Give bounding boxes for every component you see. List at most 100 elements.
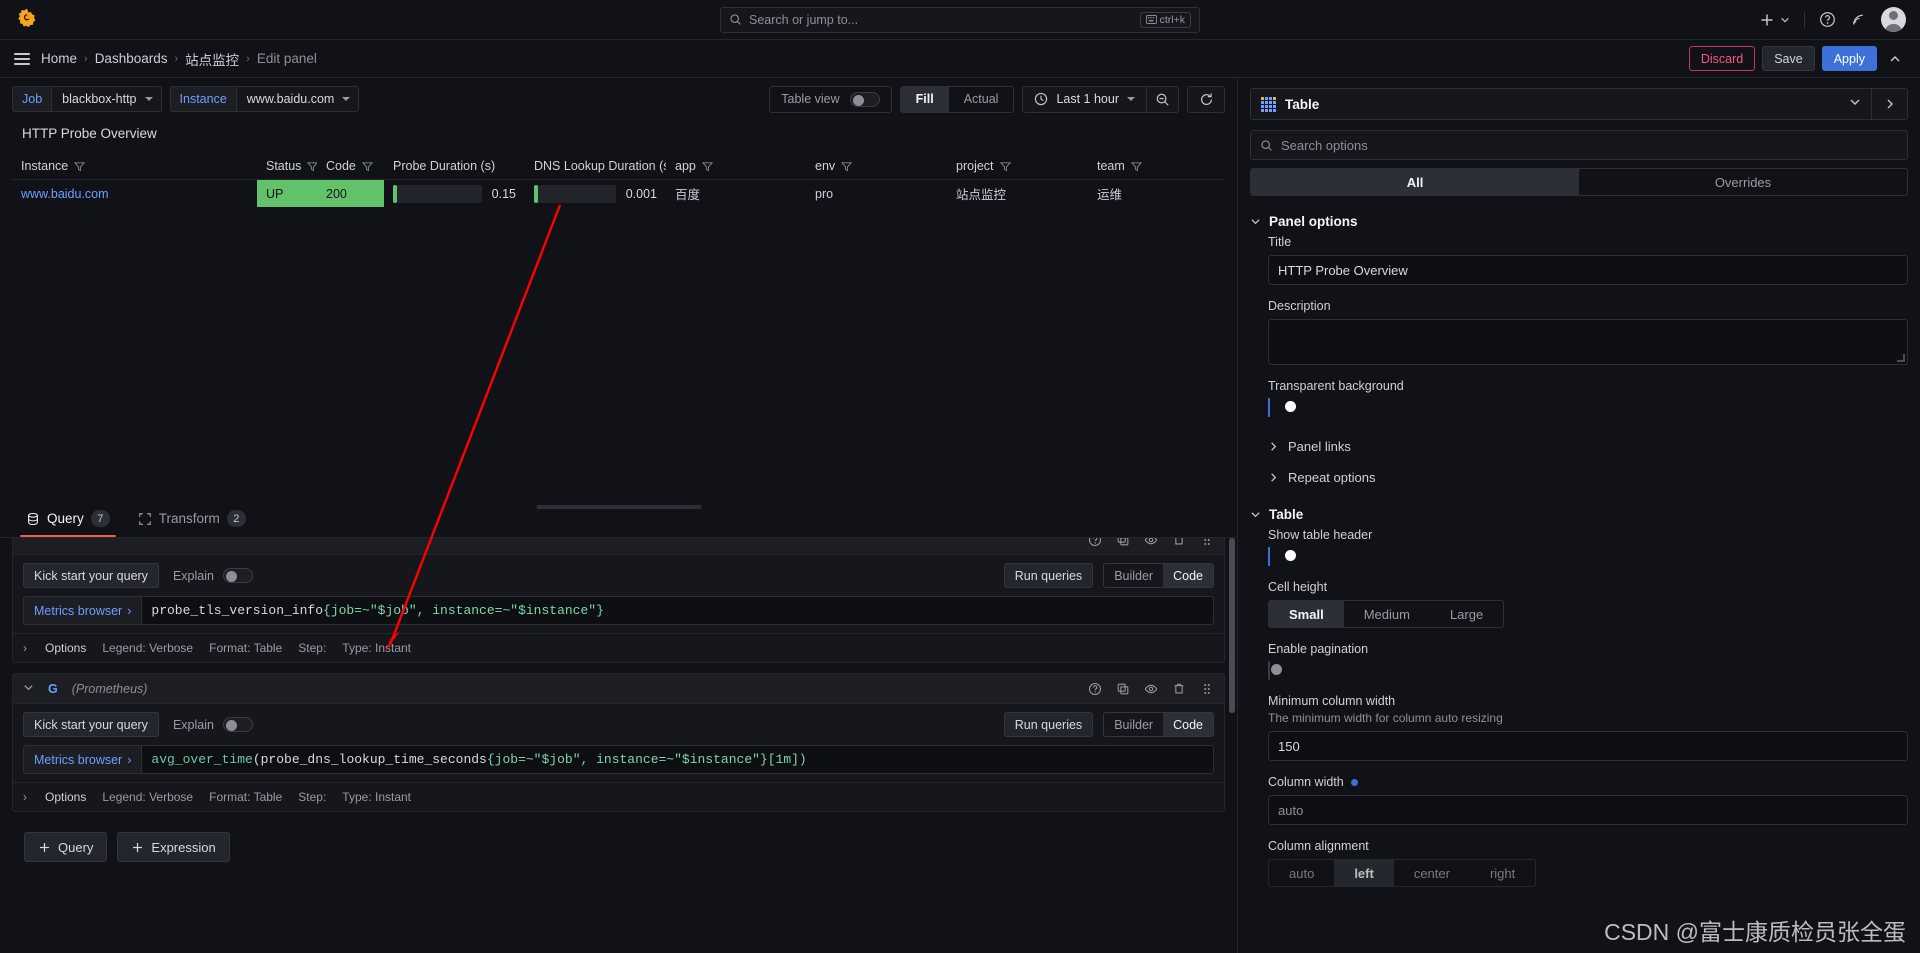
help-circle-icon[interactable]: [1819, 11, 1836, 28]
metrics-browser-button[interactable]: Metrics browser ›: [23, 745, 142, 774]
column-header-team[interactable]: team: [1088, 153, 1198, 179]
help-circle-icon[interactable]: [1088, 682, 1102, 696]
transparent-background-toggle[interactable]: [1268, 398, 1296, 417]
tab-overrides[interactable]: Overrides: [1579, 169, 1907, 195]
cell-instance[interactable]: www.baidu.com: [12, 180, 257, 207]
drag-handle-icon[interactable]: [1200, 682, 1214, 696]
query-row-header[interactable]: G (Prometheus): [13, 674, 1224, 704]
breadcrumb-item-dashboards[interactable]: Dashboards: [95, 51, 168, 66]
column-header-code[interactable]: Code: [317, 153, 384, 179]
query-expression-input[interactable]: probe_tls_version_info{job=~"$job", inst…: [141, 596, 1214, 625]
discard-button[interactable]: Discard: [1688, 46, 1756, 71]
table-row[interactable]: www.baidu.com UP 200 0.15 0.001 百度 pro 站…: [12, 180, 1225, 207]
panel-resize-handle[interactable]: [536, 505, 701, 509]
filter-icon[interactable]: [74, 161, 86, 172]
filter-icon[interactable]: [999, 161, 1011, 172]
grafana-logo-icon[interactable]: [14, 7, 40, 33]
help-circle-icon[interactable]: [1088, 538, 1102, 547]
cell-height-small[interactable]: Small: [1269, 601, 1344, 627]
query-options-row[interactable]: › Options Legend: Verbose Format: Table …: [13, 633, 1224, 662]
section-repeat-options[interactable]: Repeat options: [1250, 462, 1908, 493]
panel-title-input[interactable]: HTTP Probe Overview: [1268, 255, 1908, 285]
filter-icon[interactable]: [841, 161, 853, 172]
kick-start-query-button[interactable]: Kick start your query: [23, 712, 159, 737]
refresh-icon[interactable]: [1187, 85, 1225, 113]
builder-option[interactable]: Builder: [1104, 713, 1163, 736]
filter-icon[interactable]: [307, 161, 317, 172]
column-alignment-auto[interactable]: auto: [1269, 860, 1334, 886]
variable-value-job[interactable]: blackbox-http: [51, 86, 162, 112]
kick-start-query-button[interactable]: Kick start your query: [23, 563, 159, 588]
drag-handle-icon[interactable]: [1200, 538, 1214, 547]
variable-value-instance[interactable]: www.baidu.com: [235, 86, 360, 112]
run-queries-button[interactable]: Run queries: [1003, 563, 1094, 588]
add-expression-button[interactable]: Expression: [117, 832, 230, 862]
breadcrumb-item-dashboard[interactable]: 站点监控: [185, 49, 239, 69]
fill-option[interactable]: Fill: [900, 86, 949, 112]
cell-height-medium[interactable]: Medium: [1344, 601, 1430, 627]
cell-height-large[interactable]: Large: [1430, 601, 1503, 627]
column-header-instance[interactable]: Instance: [12, 153, 257, 179]
time-range-button[interactable]: Last 1 hour: [1023, 92, 1146, 106]
zoom-out-icon[interactable]: [1146, 86, 1178, 112]
duplicate-icon[interactable]: [1116, 682, 1130, 696]
show-table-header-toggle[interactable]: [1268, 547, 1296, 566]
filter-icon[interactable]: [1130, 161, 1142, 172]
section-table[interactable]: Table: [1250, 499, 1908, 528]
resize-grip-icon[interactable]: [1897, 354, 1905, 362]
chevron-down-icon[interactable]: [1839, 95, 1871, 113]
code-option[interactable]: Code: [1163, 564, 1213, 587]
column-header-app[interactable]: app: [666, 153, 806, 179]
tab-transform[interactable]: Transform 2: [124, 500, 260, 537]
chevron-up-icon[interactable]: [1884, 46, 1906, 71]
trash-icon[interactable]: [1172, 682, 1186, 696]
table-view-toggle[interactable]: [849, 91, 880, 107]
code-option[interactable]: Code: [1163, 713, 1213, 736]
filter-icon[interactable]: [701, 161, 713, 172]
explain-toggle[interactable]: [222, 568, 253, 583]
builder-option[interactable]: Builder: [1104, 564, 1163, 587]
global-search-input[interactable]: Search or jump to... ctrl+k: [720, 6, 1200, 33]
search-options-input[interactable]: Search options: [1250, 130, 1908, 160]
column-alignment-right[interactable]: right: [1470, 860, 1535, 886]
visualization-picker-button[interactable]: Table: [1251, 96, 1839, 112]
add-new-button[interactable]: [1759, 12, 1790, 28]
column-header-project[interactable]: project: [947, 153, 1088, 179]
duplicate-icon[interactable]: [1116, 538, 1130, 547]
column-alignment-left[interactable]: left: [1334, 860, 1394, 886]
query-row-header[interactable]: [13, 538, 1224, 555]
section-panel-options[interactable]: Panel options: [1250, 206, 1908, 235]
column-width-input[interactable]: auto: [1268, 795, 1908, 825]
chevron-right-icon[interactable]: [1871, 89, 1907, 119]
section-panel-links[interactable]: Panel links: [1250, 431, 1908, 462]
panel-description-input[interactable]: [1268, 319, 1908, 365]
column-header-env[interactable]: env: [806, 153, 947, 179]
column-header-status[interactable]: Status: [257, 153, 317, 179]
metrics-browser-button[interactable]: Metrics browser ›: [23, 596, 142, 625]
filter-icon[interactable]: [361, 161, 373, 172]
minimum-column-width-input[interactable]: 150: [1268, 731, 1908, 761]
actual-option[interactable]: Actual: [949, 87, 1014, 112]
column-header-dns-duration[interactable]: DNS Lookup Duration (s: [525, 153, 666, 179]
news-rss-icon[interactable]: [1850, 11, 1867, 28]
tab-query[interactable]: Query 7: [12, 500, 124, 537]
run-queries-button[interactable]: Run queries: [1003, 712, 1094, 737]
column-alignment-center[interactable]: center: [1394, 860, 1470, 886]
eye-icon[interactable]: [1144, 538, 1158, 547]
query-expression-input[interactable]: avg_over_time(probe_dns_lookup_time_seco…: [141, 745, 1214, 774]
apply-button[interactable]: Apply: [1821, 46, 1877, 71]
breadcrumb-item-home[interactable]: Home: [41, 51, 77, 66]
user-avatar-icon[interactable]: [1881, 7, 1906, 32]
query-pane-scrollbar[interactable]: [1229, 538, 1235, 713]
column-header-probe-duration[interactable]: Probe Duration (s): [384, 153, 525, 179]
save-button[interactable]: Save: [1762, 46, 1815, 71]
table-view-toggle-group[interactable]: Table view: [769, 85, 892, 113]
enable-pagination-toggle[interactable]: [1268, 661, 1282, 680]
eye-icon[interactable]: [1144, 682, 1158, 696]
tab-all[interactable]: All: [1251, 169, 1579, 195]
explain-toggle[interactable]: [222, 717, 253, 732]
trash-icon[interactable]: [1172, 538, 1186, 547]
query-options-row[interactable]: › Options Legend: Verbose Format: Table …: [13, 782, 1224, 811]
collapse-chevron-icon[interactable]: [23, 682, 34, 696]
add-query-button[interactable]: Query: [24, 832, 108, 862]
